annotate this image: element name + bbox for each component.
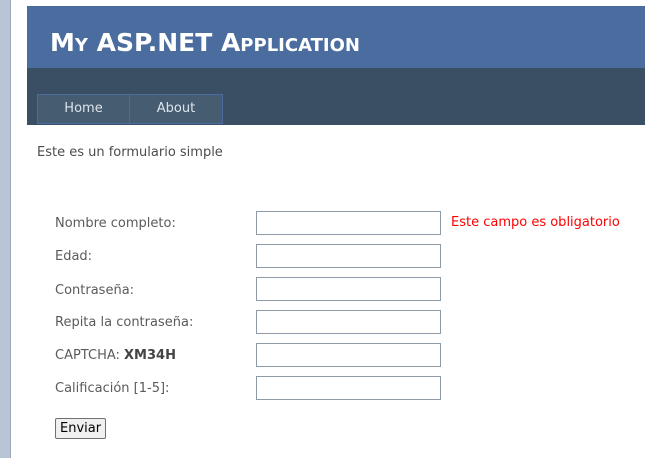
- main-menu: Home About: [37, 94, 223, 124]
- password-field[interactable]: [256, 277, 441, 301]
- form-intro: Este es un formulario simple: [37, 145, 223, 160]
- calificacion-label: Calificación [1-5]:: [55, 381, 170, 396]
- app-title: My ASP.NET Application: [50, 28, 360, 57]
- captcha-code: XM34H: [124, 348, 176, 363]
- captcha-label-text: CAPTCHA:: [55, 348, 120, 363]
- menu-item-home[interactable]: Home: [38, 95, 130, 123]
- calificacion-field[interactable]: [256, 376, 441, 400]
- edad-label: Edad:: [55, 249, 93, 264]
- nombre-error-message: Este campo es obligatorio: [451, 215, 620, 230]
- captcha-label: CAPTCHA: XM34H: [55, 348, 176, 363]
- menu-item-about[interactable]: About: [130, 95, 222, 123]
- password-repeat-label: Repita la contraseña:: [55, 315, 194, 330]
- password-repeat-field[interactable]: [256, 310, 441, 334]
- nombre-label: Nombre completo:: [55, 216, 176, 231]
- site-header: My ASP.NET Application Home About: [27, 6, 645, 125]
- captcha-field[interactable]: [256, 343, 441, 367]
- nombre-field[interactable]: [256, 211, 441, 235]
- page-body: My ASP.NET Application Home About Este e…: [10, 0, 645, 458]
- password-label: Contraseña:: [55, 283, 135, 298]
- menu-bar: Home About: [27, 68, 645, 125]
- enviar-button[interactable]: Enviar: [55, 418, 107, 439]
- edad-field[interactable]: [256, 244, 441, 268]
